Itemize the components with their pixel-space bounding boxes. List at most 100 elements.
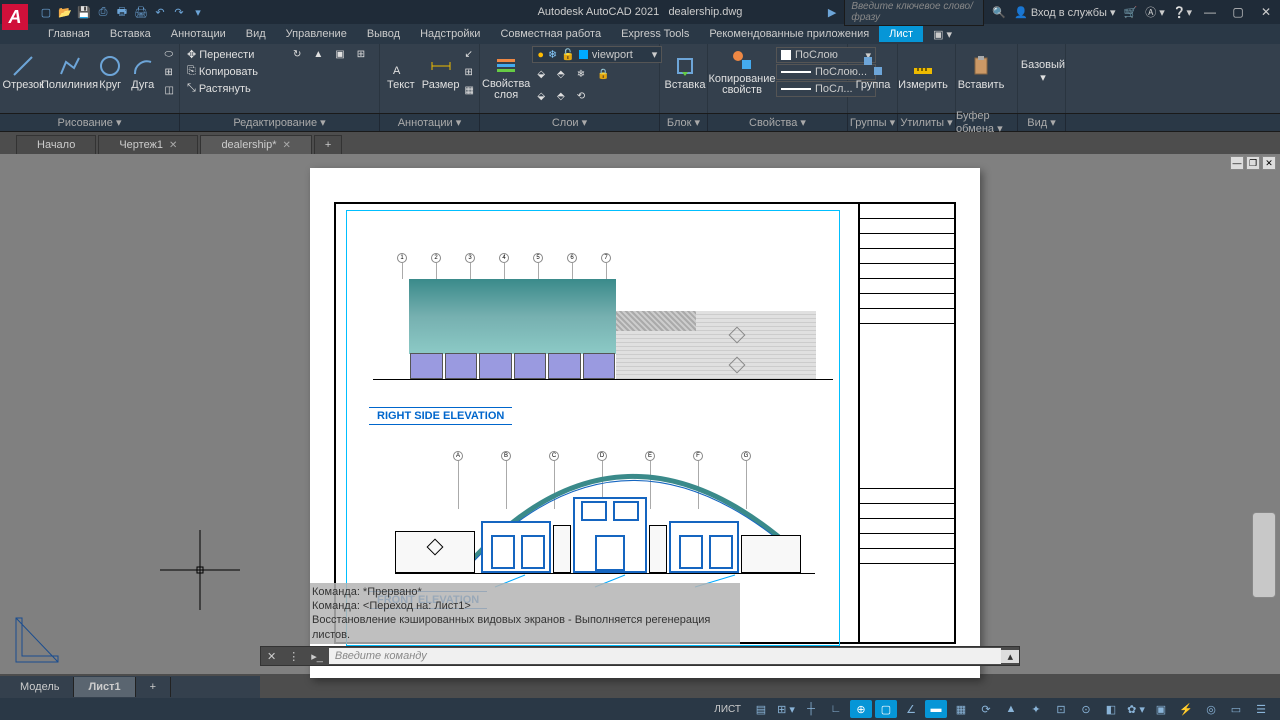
osnap-toggle[interactable]: ▢: [875, 700, 897, 718]
text-tool[interactable]: AТекст: [382, 46, 420, 98]
viewport[interactable]: 1234567 RIGHT SIDE ELEVATION ABCDEFG: [346, 210, 840, 646]
scale-tool[interactable]: ▣: [332, 46, 347, 63]
close-tab-icon[interactable]: ✕: [282, 140, 290, 151]
viewport-minimize-button[interactable]: —: [1230, 156, 1244, 170]
app-menu-button[interactable]: A: [2, 4, 28, 30]
tab-вид[interactable]: Вид: [236, 26, 276, 42]
tab-рекомендованные приложения[interactable]: Рекомендованные приложения: [699, 26, 879, 42]
open-icon[interactable]: 📂: [57, 4, 73, 20]
layer-selector[interactable]: ●❄🔓viewport▾: [532, 46, 662, 63]
rotate-tool[interactable]: ↻: [290, 46, 304, 63]
panel-title[interactable]: Блок ▾: [660, 114, 708, 131]
help-icon[interactable]: ❔▾: [1173, 6, 1192, 19]
customize-status[interactable]: ☰: [1250, 700, 1272, 718]
annoscale-toggle[interactable]: ▲: [1000, 700, 1022, 718]
circle-tool[interactable]: Круг: [95, 46, 126, 98]
panel-title[interactable]: Буфер обмена ▾: [956, 114, 1018, 131]
grid-toggle[interactable]: ⊞ ▾: [775, 700, 797, 718]
mirror-tool[interactable]: ▲: [310, 46, 326, 63]
panel-title[interactable]: Утилиты ▾: [898, 114, 956, 131]
arc-tool[interactable]: Дуга: [128, 46, 158, 98]
share-icon[interactable]: ▶: [828, 6, 836, 19]
signin-button[interactable]: 👤 Вход в службы ▾: [1014, 6, 1115, 19]
insert-block-tool[interactable]: Вставка: [662, 46, 708, 98]
tab-главная[interactable]: Главная: [38, 26, 100, 42]
doc-tab[interactable]: Чертеж1✕: [98, 135, 198, 154]
cmd-handle-icon[interactable]: ⋮: [282, 650, 305, 663]
misc-draw-2[interactable]: ⊞: [162, 64, 177, 81]
new-tab-button[interactable]: +: [314, 135, 342, 154]
command-line[interactable]: ✕ ⋮ ▸_ Введите команду ▴: [260, 646, 1020, 666]
measure-tool[interactable]: Измерить: [900, 46, 946, 98]
tab-вывод[interactable]: Вывод: [357, 26, 410, 42]
minimize-button[interactable]: —: [1200, 4, 1220, 20]
paper-model-toggle[interactable]: ▤: [750, 700, 772, 718]
save-icon[interactable]: 💾: [76, 4, 92, 20]
workspace-switch[interactable]: ✿ ▾: [1125, 700, 1147, 718]
tab-express tools[interactable]: Express Tools: [611, 26, 699, 42]
panel-title[interactable]: Рисование ▾: [0, 114, 180, 131]
layer-match[interactable]: ⬘: [554, 88, 568, 105]
line-tool[interactable]: Отрезок: [2, 46, 45, 98]
tab-вставка[interactable]: Вставка: [100, 26, 161, 42]
leader-tool[interactable]: ↙: [462, 46, 477, 63]
layer-prev[interactable]: ⟲: [574, 88, 588, 105]
saveas-icon[interactable]: ⎙: [95, 4, 111, 20]
layer-properties-tool[interactable]: Свойства слоя: [482, 51, 530, 103]
hatch-tool[interactable]: ▦: [462, 82, 477, 99]
search-input[interactable]: Введите ключевое слово/фразу: [844, 0, 984, 26]
layer-make[interactable]: ⬙: [534, 88, 548, 105]
drawing-canvas[interactable]: — ❐ ✕ 1234567 RIGHT SIDE ELEVATION: [0, 154, 1280, 674]
search-icon[interactable]: 🔍: [992, 6, 1006, 19]
panel-title[interactable]: Свойства ▾: [708, 114, 848, 131]
annotation-monitor[interactable]: ▣: [1150, 700, 1172, 718]
tab-extra[interactable]: ▣ ▾: [923, 26, 962, 43]
panel-title[interactable]: Аннотации ▾: [380, 114, 480, 131]
layer-off[interactable]: ⬘: [554, 66, 568, 83]
command-input[interactable]: Введите команду: [329, 648, 1002, 664]
new-icon[interactable]: ▢: [38, 4, 54, 20]
panel-title[interactable]: Редактирование ▾: [180, 114, 380, 131]
space-mode-label[interactable]: ЛИСТ: [708, 704, 747, 715]
array-tool[interactable]: ⊞: [354, 46, 368, 63]
layer-frz[interactable]: ❄: [574, 66, 588, 83]
sc4[interactable]: ◧: [1100, 700, 1122, 718]
qat-dropdown-icon[interactable]: ▾: [190, 4, 206, 20]
redo-icon[interactable]: ↷: [171, 4, 187, 20]
lwt-toggle[interactable]: ▬: [925, 700, 947, 718]
dimension-tool[interactable]: Размер: [422, 46, 460, 98]
tab-совместная работа[interactable]: Совместная работа: [490, 26, 611, 42]
paste-tool[interactable]: Вставить: [958, 46, 1004, 98]
viewport-close-button[interactable]: ✕: [1262, 156, 1276, 170]
doc-tab[interactable]: dealership*✕: [200, 135, 311, 154]
layout-tab[interactable]: Модель: [6, 677, 74, 697]
maximize-button[interactable]: ▢: [1228, 4, 1248, 20]
plot-icon[interactable]: 🖶: [114, 4, 130, 20]
cmd-close-icon[interactable]: ✕: [261, 650, 282, 663]
print-icon[interactable]: 🖨: [133, 4, 149, 20]
doc-tab[interactable]: Начало: [16, 135, 96, 154]
panel-title[interactable]: Слои ▾: [480, 114, 660, 131]
stretch-tool[interactable]: ⤡Растянуть: [184, 80, 375, 97]
close-tab-icon[interactable]: ✕: [169, 140, 177, 151]
undo-icon[interactable]: ↶: [152, 4, 168, 20]
tab-надстройки[interactable]: Надстройки: [410, 26, 490, 42]
app-exchange-icon[interactable]: Ⓐ ▾: [1145, 4, 1165, 20]
clean-screen[interactable]: ▭: [1225, 700, 1247, 718]
sc3[interactable]: ⊙: [1075, 700, 1097, 718]
tab-управление[interactable]: Управление: [276, 26, 357, 42]
tab-аннотации[interactable]: Аннотации: [161, 26, 236, 42]
close-button[interactable]: ✕: [1256, 4, 1276, 20]
snap-toggle[interactable]: ┼: [800, 700, 822, 718]
base-view-tool[interactable]: Базовый▾: [1020, 46, 1066, 98]
misc-draw-1[interactable]: ⬭: [162, 46, 177, 63]
copy-tool[interactable]: ⎘Копировать: [184, 63, 375, 80]
transparency-toggle[interactable]: ▦: [950, 700, 972, 718]
new-layout-button[interactable]: +: [136, 677, 171, 697]
cart-icon[interactable]: 🛒: [1124, 6, 1138, 19]
panel-title[interactable]: Вид ▾: [1018, 114, 1066, 131]
misc-draw-3[interactable]: ◫: [162, 82, 177, 99]
panel-title[interactable]: Группы ▾: [848, 114, 898, 131]
cmd-recent-icon[interactable]: ▴: [1001, 650, 1019, 663]
viewport-restore-button[interactable]: ❐: [1246, 156, 1260, 170]
